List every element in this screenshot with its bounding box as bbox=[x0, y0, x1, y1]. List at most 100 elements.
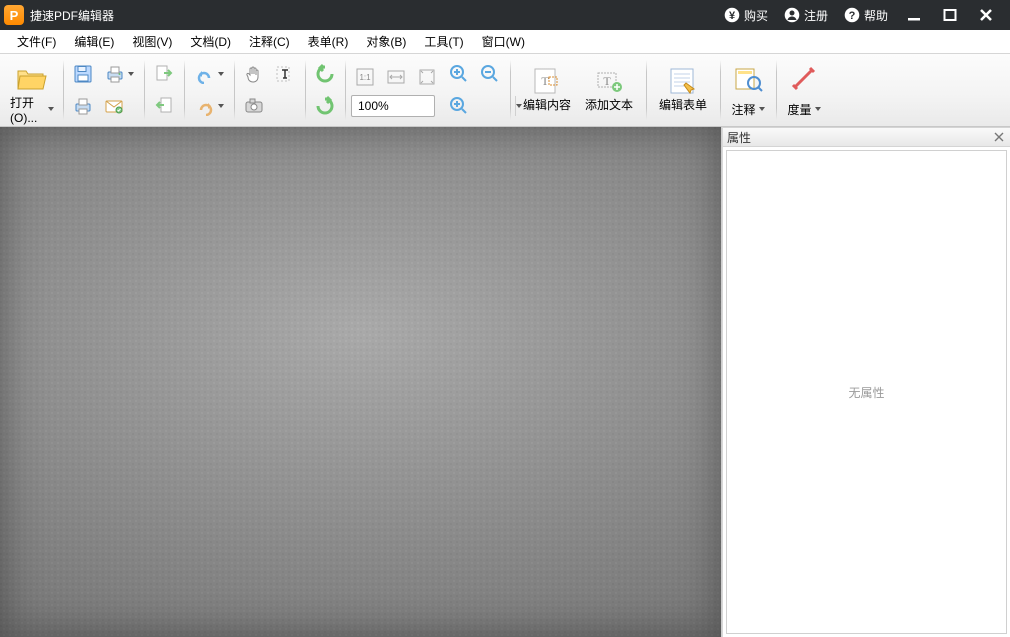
toolbar: 打开(O)... bbox=[0, 54, 1010, 127]
register-label: 注册 bbox=[804, 7, 828, 24]
annotate-icon bbox=[733, 65, 763, 93]
fit-width-icon bbox=[386, 67, 406, 87]
page-right-icon bbox=[154, 64, 174, 84]
redo-button[interactable] bbox=[190, 92, 228, 120]
measure-button[interactable]: 度量 bbox=[782, 56, 826, 120]
rotate-cw-button[interactable] bbox=[311, 92, 339, 120]
help-icon: ? bbox=[844, 7, 860, 23]
camera-icon bbox=[244, 96, 264, 116]
undo-icon bbox=[195, 64, 215, 84]
help-button[interactable]: ? 帮助 bbox=[836, 0, 896, 30]
menu-view[interactable]: 视图(V) bbox=[123, 30, 181, 54]
group-annotate: 注释 bbox=[723, 56, 773, 124]
group-tools bbox=[237, 56, 302, 124]
maximize-button[interactable] bbox=[932, 0, 968, 30]
print-dropdown[interactable] bbox=[100, 60, 138, 88]
actual-size-button[interactable]: 1:1 bbox=[351, 63, 379, 91]
menu-window[interactable]: 窗口(W) bbox=[473, 30, 534, 54]
svg-text:T: T bbox=[541, 74, 549, 88]
menu-edit[interactable]: 编辑(E) bbox=[65, 30, 123, 54]
rotate-ccw-button[interactable] bbox=[311, 60, 339, 88]
zoom-in-bottom-button[interactable] bbox=[445, 92, 473, 120]
add-text-label: 添加文本 bbox=[585, 99, 633, 112]
menu-tool[interactable]: 工具(T) bbox=[415, 30, 472, 54]
menu-doc[interactable]: 文档(D) bbox=[181, 30, 240, 54]
minimize-button[interactable] bbox=[896, 0, 932, 30]
properties-title: 属性 bbox=[727, 129, 751, 146]
open-button[interactable]: 打开(O)... bbox=[7, 56, 57, 120]
printer-icon bbox=[105, 64, 125, 84]
annotate-button[interactable]: 注释 bbox=[726, 56, 770, 120]
titlebar: P 捷速PDF编辑器 ¥ 购买 注册 ? 帮助 bbox=[0, 0, 1010, 30]
zoom-in-button[interactable] bbox=[445, 60, 473, 88]
mail-icon bbox=[104, 96, 124, 116]
properties-empty-msg: 无属性 bbox=[848, 384, 884, 401]
email-button[interactable] bbox=[100, 92, 128, 120]
group-measure: 度量 bbox=[779, 56, 829, 124]
svg-text:¥: ¥ bbox=[729, 10, 736, 22]
rotate-cw-icon bbox=[314, 95, 336, 117]
user-icon bbox=[784, 7, 800, 23]
quick-print-button[interactable] bbox=[69, 92, 97, 120]
zoom-in-icon bbox=[449, 64, 469, 84]
menubar: 文件(F) 编辑(E) 视图(V) 文档(D) 注释(C) 表单(R) 对象(B… bbox=[0, 30, 1010, 54]
hand-tool-button[interactable] bbox=[240, 60, 268, 88]
zoom-in-alt-icon bbox=[449, 96, 469, 116]
menu-form[interactable]: 表单(R) bbox=[299, 30, 358, 54]
save-button[interactable] bbox=[69, 60, 97, 88]
group-file-ops bbox=[66, 56, 141, 124]
annotate-label: 注释 bbox=[732, 101, 756, 118]
export-right-button[interactable] bbox=[150, 60, 178, 88]
hand-icon bbox=[244, 64, 264, 84]
fit-width-button[interactable] bbox=[382, 63, 410, 91]
group-rotate bbox=[308, 56, 342, 124]
edit-form-button[interactable]: 编辑表单 bbox=[652, 56, 714, 120]
zoom-out-top-button[interactable] bbox=[476, 60, 504, 88]
properties-panel: 属性 无属性 bbox=[722, 127, 1010, 637]
add-text-button[interactable]: T 添加文本 bbox=[578, 56, 640, 120]
menu-object[interactable]: 对象(B) bbox=[357, 30, 415, 54]
group-edit: T 编辑内容 T 添加文本 bbox=[513, 56, 643, 124]
snapshot-button[interactable] bbox=[240, 92, 268, 120]
group-history bbox=[187, 56, 231, 124]
register-button[interactable]: 注册 bbox=[776, 0, 836, 30]
buy-label: 购买 bbox=[744, 7, 768, 24]
properties-close-button[interactable] bbox=[992, 130, 1006, 144]
app-title: 捷速PDF编辑器 bbox=[30, 7, 114, 24]
close-button[interactable] bbox=[968, 0, 1004, 30]
group-form: 编辑表单 bbox=[649, 56, 717, 124]
edit-content-icon: T bbox=[531, 65, 563, 97]
measure-icon bbox=[790, 65, 818, 93]
yen-icon: ¥ bbox=[724, 7, 740, 23]
edit-form-label: 编辑表单 bbox=[659, 99, 707, 112]
zoom-out-icon bbox=[480, 64, 500, 84]
actual-size-icon: 1:1 bbox=[355, 67, 375, 87]
group-open: 打开(O)... bbox=[4, 56, 60, 124]
svg-text:?: ? bbox=[849, 10, 856, 22]
fit-page-button[interactable] bbox=[413, 63, 441, 91]
text-select-icon bbox=[275, 64, 295, 84]
rotate-ccw-icon bbox=[314, 63, 336, 85]
buy-button[interactable]: ¥ 购买 bbox=[716, 0, 776, 30]
open-label: 打开(O)... bbox=[10, 94, 45, 125]
zoom-combo[interactable] bbox=[351, 95, 435, 117]
measure-label: 度量 bbox=[788, 101, 812, 118]
printer-small-icon bbox=[73, 96, 93, 116]
select-text-button[interactable] bbox=[271, 60, 299, 88]
floppy-icon bbox=[73, 64, 93, 84]
group-zoom: 1:1 bbox=[348, 56, 507, 124]
svg-text:1:1: 1:1 bbox=[359, 73, 371, 82]
folder-open-icon bbox=[15, 64, 49, 94]
document-canvas[interactable] bbox=[0, 127, 722, 637]
redo-icon bbox=[195, 96, 215, 116]
page-left-icon bbox=[154, 96, 174, 116]
menu-comment[interactable]: 注释(C) bbox=[240, 30, 299, 54]
svg-text:T: T bbox=[603, 74, 611, 88]
edit-content-label: 编辑内容 bbox=[523, 99, 571, 112]
edit-content-button[interactable]: T 编辑内容 bbox=[516, 56, 578, 120]
fit-page-icon bbox=[417, 67, 437, 87]
menu-file[interactable]: 文件(F) bbox=[8, 30, 65, 54]
undo-button[interactable] bbox=[190, 60, 228, 88]
export-left-button[interactable] bbox=[150, 92, 178, 120]
group-clipboard bbox=[147, 56, 181, 124]
